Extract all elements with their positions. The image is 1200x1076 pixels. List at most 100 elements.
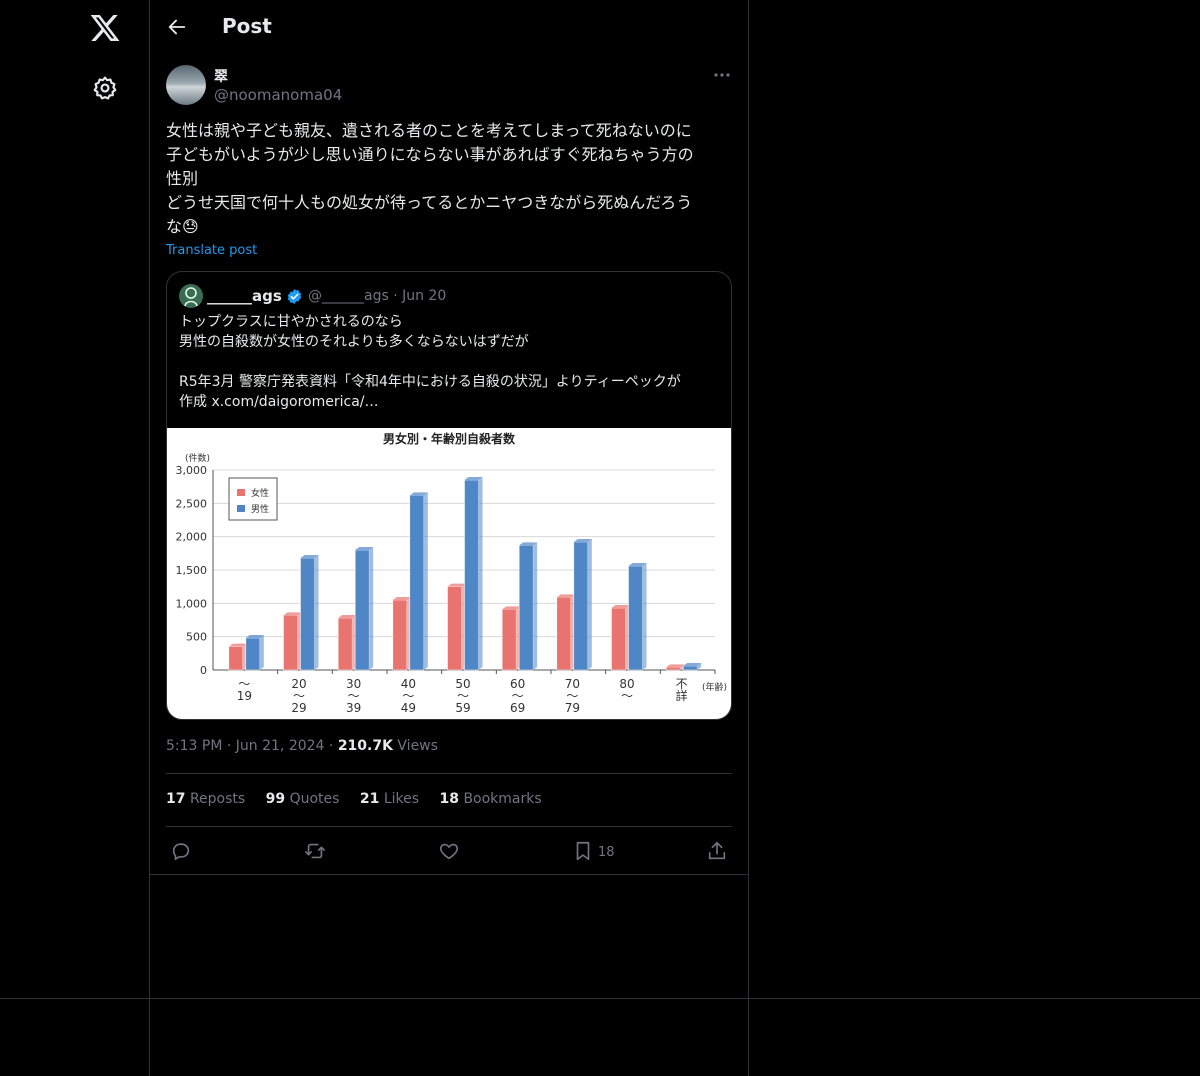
meta-dot: · <box>328 738 338 754</box>
quote-avatar <box>179 284 203 308</box>
like-button[interactable] <box>438 840 460 862</box>
legend-swatch <box>237 505 245 512</box>
bar <box>573 541 589 671</box>
x-tick-label: 49 <box>401 701 416 715</box>
quotes-label: Quotes <box>289 791 340 807</box>
repost-button[interactable] <box>304 840 326 862</box>
bar <box>245 637 261 671</box>
y-tick-label: 2,500 <box>176 497 208 510</box>
post-text-line: 子どもがいようが少し思い通りにならない事があればすぐ死ねちゃう方の <box>166 145 694 164</box>
quote-handle-date: @______ags · Jun 20 <box>308 288 447 304</box>
post-text-line: 性別 <box>166 169 199 188</box>
reply-icon <box>172 843 190 861</box>
bar <box>464 479 479 671</box>
page-title: Post <box>222 14 272 38</box>
left-nav <box>0 0 149 1076</box>
bar-side <box>259 635 264 670</box>
bar <box>409 495 425 671</box>
quote-text-line: R5年3月 警察庁発表資料「令和4年中における自殺の状況」よりティーペックが <box>179 374 681 390</box>
likes-count: 21 <box>359 791 380 807</box>
quote-text-line: トップクラスに甘やかされるのなら <box>179 314 403 330</box>
divider <box>166 826 732 827</box>
bar <box>283 615 298 671</box>
legend-label: 男性 <box>251 503 269 515</box>
x-logo-icon[interactable] <box>89 12 121 44</box>
back-arrow-icon[interactable] <box>166 16 188 38</box>
bookmark-count: 18 <box>598 845 615 860</box>
x-tick-label: 39 <box>346 701 361 715</box>
verified-badge-icon <box>287 289 302 304</box>
bar-side <box>478 477 483 670</box>
y-tick-label: 0 <box>200 664 207 677</box>
post-text-line: 女性は親や子ども親友、遺される者のことを考えてしまって死ねないのに <box>166 121 692 140</box>
post-text: 女性は親や子ども親友、遺される者のことを考えてしまって死ねないのに 子どもがいよ… <box>166 119 732 239</box>
bar <box>556 597 572 671</box>
quoted-post[interactable]: ______ags @______ags · Jun 20 トップクラスに甘やか… <box>166 271 732 720</box>
quotes-stat[interactable]: 99 Quotes <box>266 791 340 807</box>
post-meta: 5:13 PM · Jun 21, 2024 · 210.7K Views <box>166 738 438 754</box>
bar <box>447 586 462 671</box>
chart-image[interactable]: 男女別・年齢別自殺者数 (件数) 0 500 1,000 1,500 2,000 2,500 3… <box>167 428 731 719</box>
bookmark-button[interactable] <box>572 840 594 862</box>
quote-text-line: 作成 x.com/daigoromerica/… <box>179 394 379 410</box>
bar <box>337 617 353 671</box>
meta-dot: · <box>226 738 236 754</box>
post-date[interactable]: Jun 21, 2024 <box>236 738 325 754</box>
reposts-count: 17 <box>166 791 186 807</box>
bar <box>665 667 681 671</box>
x-tick-label: 19 <box>237 689 252 703</box>
bookmark-icon <box>576 841 590 861</box>
bar-side <box>314 555 319 670</box>
share-button[interactable] <box>706 840 728 862</box>
likes-stat[interactable]: 21 Likes <box>360 791 419 807</box>
likes-label: Likes <box>383 791 420 807</box>
bookmarks-label: Bookmarks <box>463 791 542 807</box>
x-tick-label: ～ <box>621 689 633 703</box>
quotes-count: 99 <box>265 791 286 807</box>
author-name[interactable]: 翠 <box>214 66 228 86</box>
bar <box>611 607 626 671</box>
y-axis-label: (件数) <box>185 452 210 464</box>
bar-side <box>587 539 592 670</box>
bar-chart: 男女別・年齢別自殺者数 (件数) 0 500 1,000 1,500 2,000 2,500 3… <box>176 431 728 715</box>
y-tick-label: 1,500 <box>176 564 208 577</box>
bar <box>628 565 643 671</box>
engagement-stats: 17 Reposts 99 Quotes 21 Likes 18 Bookmar… <box>166 791 558 807</box>
divider <box>166 773 732 774</box>
more-icon[interactable] <box>712 68 732 82</box>
repost-icon <box>305 843 325 859</box>
views-label: Views <box>397 738 438 754</box>
bookmarks-stat[interactable]: 18 Bookmarks <box>440 791 542 807</box>
bar <box>501 609 517 671</box>
bar-side <box>642 563 647 670</box>
settings-gear-icon[interactable] <box>92 75 118 101</box>
author-handle[interactable]: @noomanoma04 <box>214 86 342 104</box>
quote-text-line: 男性の自殺数が女性のそれよりも多くならないはずだが <box>179 334 529 350</box>
x-tick-label: 29 <box>291 701 306 715</box>
bar <box>354 549 370 671</box>
like-icon <box>439 843 459 860</box>
y-tick-label: 3,000 <box>176 464 208 477</box>
y-tick-label: 1,000 <box>176 597 208 610</box>
x-tick-label: 79 <box>565 701 580 715</box>
reposts-label: Reposts <box>189 791 246 807</box>
divider <box>149 0 150 1076</box>
quote-text-line <box>179 352 719 372</box>
reply-button[interactable] <box>170 840 192 862</box>
bar <box>682 665 698 671</box>
post-text-line: な😓 <box>166 217 199 236</box>
bar-side <box>533 542 538 670</box>
translate-link[interactable]: Translate post <box>166 243 257 258</box>
x-tick-label: 59 <box>455 701 470 715</box>
bar <box>300 557 315 671</box>
post-time[interactable]: 5:13 PM <box>166 738 222 754</box>
header: Post <box>150 0 748 54</box>
reposts-stat[interactable]: 17 Reposts <box>166 791 245 807</box>
divider <box>0 998 1200 999</box>
views-count: 210.7K <box>337 738 393 754</box>
post-text-line: どうせ天国で何十人もの処女が待ってるとかニヤつきながら死ぬんだろう <box>166 193 693 212</box>
avatar[interactable] <box>166 65 206 105</box>
legend-swatch <box>237 489 245 496</box>
bookmarks-count: 18 <box>439 791 459 807</box>
x-tick-label: 69 <box>510 701 525 715</box>
